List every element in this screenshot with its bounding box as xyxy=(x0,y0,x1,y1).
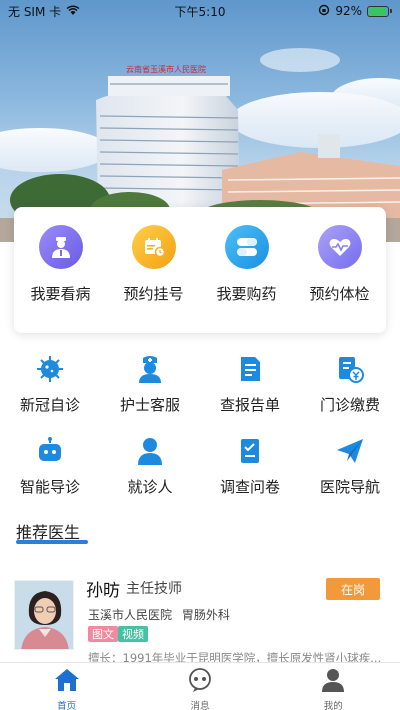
robot-icon xyxy=(35,436,65,466)
paper-plane-icon xyxy=(335,436,365,466)
quick-action-label: 我要看病 xyxy=(30,285,91,303)
tab-label: 首页 xyxy=(57,701,77,710)
bottom-tab-bar: 首页 消息 我的 xyxy=(0,662,400,710)
battery-icon xyxy=(367,5,392,17)
status-bar: 无 SIM 卡 下午5:10 92% xyxy=(0,0,400,22)
quick-actions-card: 我要看病 预约挂号 我要购药 预约体检 xyxy=(14,207,386,333)
service-label: 新冠自诊 xyxy=(19,396,80,414)
service-patient[interactable]: 就诊人 xyxy=(100,434,200,516)
service-label: 就诊人 xyxy=(127,478,173,496)
heart-pulse-icon xyxy=(317,225,362,269)
service-hospital-navigation[interactable]: 医院导航 xyxy=(300,434,400,516)
consult-type-tag-video: 视频 xyxy=(118,626,148,642)
registration-card-icon xyxy=(131,225,176,269)
doctor-department: 胃肠外科 xyxy=(181,608,230,622)
service-covid-self-check[interactable]: 新冠自诊 xyxy=(0,352,100,434)
doctor-name: 孙昉 xyxy=(86,581,120,601)
tab-label: 消息 xyxy=(190,701,210,710)
service-label: 医院导航 xyxy=(319,478,380,496)
quick-action-checkup[interactable]: 预约体检 xyxy=(296,225,384,304)
questionnaire-icon xyxy=(235,436,265,466)
wifi-icon xyxy=(66,4,80,18)
report-icon xyxy=(235,354,265,384)
nurse-icon xyxy=(135,354,165,384)
quick-action-label: 我要购药 xyxy=(216,285,277,303)
quick-action-buy-medicine[interactable]: 我要购药 xyxy=(203,225,291,304)
doctor-hospital: 玉溪市人民医院 xyxy=(88,608,173,622)
message-icon xyxy=(187,668,213,696)
quick-action-label: 预约体检 xyxy=(309,285,370,303)
quick-action-see-doctor[interactable]: 我要看病 xyxy=(17,225,105,304)
service-label: 护士客服 xyxy=(119,396,180,414)
service-check-report[interactable]: 查报告单 xyxy=(200,352,300,434)
orientation-lock-icon xyxy=(318,4,330,19)
hero-banner[interactable]: 云南省玉溪市人民医院 xyxy=(0,0,400,242)
profile-icon xyxy=(320,668,346,696)
doctor-card[interactable]: 孙昉 主任技师 在岗 玉溪市人民医院 胃肠外科 图文 视频 擅长：1991年毕业… xyxy=(14,574,386,665)
consult-type-tag-text: 图文 xyxy=(88,626,118,642)
doctor-status-badge[interactable]: 在岗 xyxy=(326,578,380,600)
section-title-underline xyxy=(16,540,88,544)
battery-percent: 92% xyxy=(335,4,362,18)
home-icon xyxy=(54,668,80,696)
person-icon xyxy=(135,436,165,466)
service-nurse-support[interactable]: 护士客服 xyxy=(100,352,200,434)
svg-text:云南省玉溪市人民医院: 云南省玉溪市人民医院 xyxy=(126,64,206,74)
service-label: 智能导诊 xyxy=(19,478,80,496)
payment-bill-icon xyxy=(335,354,365,384)
virus-icon xyxy=(35,354,65,384)
service-grid: 新冠自诊 护士客服 查报告单 门诊缴费 智能导诊 就诊人 调查问卷 医院导航 xyxy=(0,352,400,516)
service-label: 调查问卷 xyxy=(219,478,280,496)
hospital-photo: 云南省玉溪市人民医院 xyxy=(0,48,400,242)
doctor-title: 主任技师 xyxy=(126,581,182,597)
doctor-affiliation: 玉溪市人民医院 胃肠外科 xyxy=(88,606,230,623)
pill-capsule-icon xyxy=(224,225,269,269)
service-smart-triage[interactable]: 智能导诊 xyxy=(0,434,100,516)
tab-profile[interactable]: 我的 xyxy=(283,663,383,710)
service-questionnaire[interactable]: 调查问卷 xyxy=(200,434,300,516)
tab-label: 我的 xyxy=(323,701,343,710)
doctor-avatar xyxy=(14,580,74,650)
quick-action-label: 预约挂号 xyxy=(123,285,184,303)
quick-action-registration[interactable]: 预约挂号 xyxy=(110,225,198,304)
doctor-icon xyxy=(38,225,83,269)
tab-home[interactable]: 首页 xyxy=(17,663,117,710)
service-label: 查报告单 xyxy=(219,396,280,414)
tab-messages[interactable]: 消息 xyxy=(150,663,250,710)
carrier-text: 无 SIM 卡 xyxy=(8,4,62,19)
battery-fill xyxy=(369,7,386,15)
service-outpatient-payment[interactable]: 门诊缴费 xyxy=(300,352,400,434)
service-label: 门诊缴费 xyxy=(319,396,380,414)
